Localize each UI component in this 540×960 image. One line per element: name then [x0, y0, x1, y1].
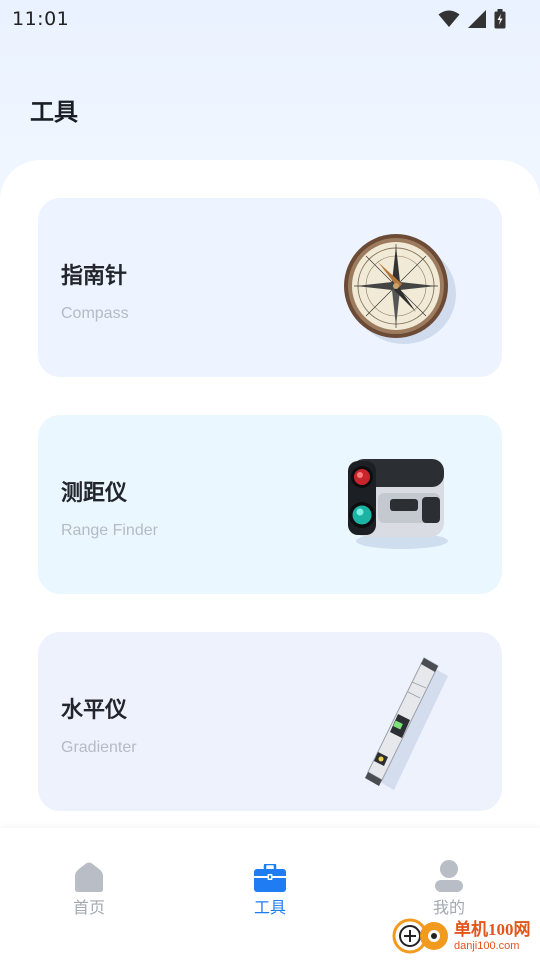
nav-home-label: 首页 — [72, 898, 105, 917]
compass-card[interactable]: 指南针 Compass — [38, 198, 502, 377]
signal-icon — [468, 10, 486, 28]
wifi-icon — [438, 10, 460, 27]
watermark-logo-icon — [392, 918, 448, 954]
tools-panel: 指南针 Compass 测距仪 Range Finder 水平仪 Gradien… — [0, 160, 540, 840]
battery-icon — [494, 9, 506, 29]
compass-title: 指南针 — [61, 264, 128, 289]
status-icons — [438, 9, 506, 29]
compass-image — [344, 234, 456, 344]
rangefinder-subtitle: Range Finder — [61, 522, 158, 539]
nav-tools-label: 工具 — [253, 898, 286, 917]
page-title: 工具 — [30, 98, 78, 126]
watermark-title: 单机100网 — [454, 919, 531, 939]
compass-subtitle: Compass — [61, 305, 129, 322]
spirit-level-card[interactable]: 水平仪 Gradienter — [38, 632, 502, 811]
rangefinder-title: 测距仪 — [61, 481, 128, 506]
spirit-level-subtitle: Gradienter — [61, 739, 137, 756]
rangefinder-card[interactable]: 测距仪 Range Finder — [38, 415, 502, 594]
status-time: 11:01 — [12, 8, 70, 30]
status-bar: 11:01 — [0, 0, 540, 38]
nav-tools[interactable]: 工具 — [210, 858, 330, 918]
toolbox-icon — [254, 864, 286, 892]
watermark: 单机100网 danji100.com — [392, 912, 540, 960]
spirit-level-image — [365, 657, 448, 790]
watermark-url: danji100.com — [454, 939, 520, 952]
spirit-level-title: 水平仪 — [61, 698, 128, 723]
home-icon — [75, 862, 103, 892]
nav-home[interactable]: 首页 — [29, 858, 149, 918]
nav-mine[interactable]: 我的 — [389, 858, 509, 918]
rangefinder-image — [348, 459, 448, 549]
watermark-text: 单机100网 danji100.com — [454, 921, 531, 952]
user-icon — [435, 860, 463, 892]
